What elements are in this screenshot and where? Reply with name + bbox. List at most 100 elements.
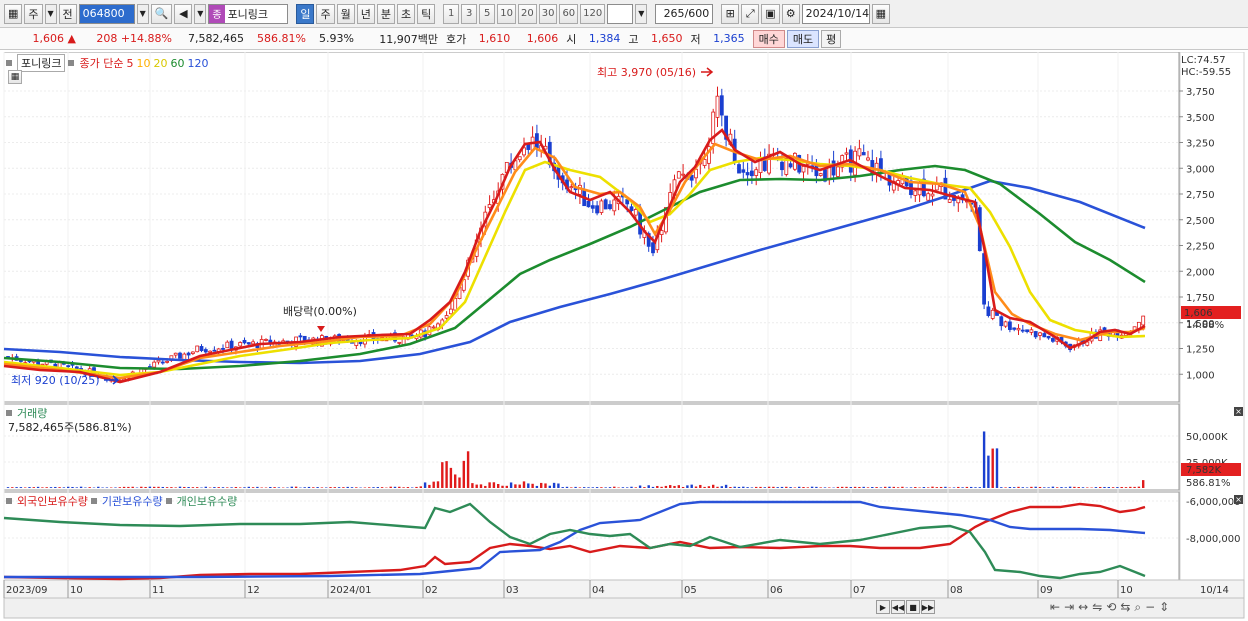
period-day-button[interactable]: 일	[296, 3, 315, 24]
close-icon[interactable]: ×	[1234, 495, 1243, 504]
volume-bar	[720, 486, 723, 488]
layout-icon[interactable]: ▦	[4, 3, 23, 24]
calendar-icon[interactable]: ▦	[871, 3, 891, 24]
date-input[interactable]: 2024/10/14	[801, 3, 870, 24]
candle-body	[66, 365, 71, 368]
legend-ma-20[interactable]: 20	[153, 57, 167, 70]
interval-60-button[interactable]: 60	[559, 3, 579, 24]
minus-icon[interactable]: −	[1145, 600, 1155, 615]
rewind-icon[interactable]: ◀◀	[891, 600, 905, 614]
legend-individual[interactable]: 개인보유수량	[177, 493, 238, 509]
x-tick-label: 10	[1120, 585, 1133, 596]
search-icon[interactable]: 🔍	[150, 3, 173, 24]
period-minute-button[interactable]: 분	[376, 3, 395, 24]
chart-canvas[interactable]: 3,750 3,500 3,250 3,000 2,750 2,500 2,250 2,000…	[0, 52, 1248, 621]
candle-body	[801, 166, 806, 173]
legend-ma-5[interactable]: 5	[126, 57, 133, 70]
grid-icon[interactable]: ▦	[8, 70, 22, 84]
volume-bar	[161, 486, 164, 488]
view-count-input[interactable]: 265/600	[655, 3, 714, 24]
buy-button[interactable]: 매수	[752, 29, 785, 48]
volume-bar	[686, 485, 689, 488]
x-tick-label: 03	[506, 585, 519, 596]
volume-bar	[432, 481, 435, 488]
period-month-button[interactable]: 월	[336, 3, 355, 24]
reset-icon[interactable]: ⟲	[1106, 600, 1116, 615]
volume-bar	[256, 486, 259, 488]
period-year-button[interactable]: 년	[356, 3, 375, 24]
volume-bar	[114, 487, 117, 488]
interval-10-button[interactable]: 10	[497, 3, 516, 24]
volume-bar	[1030, 486, 1033, 488]
volume-bar	[1129, 486, 1132, 488]
price-tick-label: 1,250	[1186, 345, 1215, 356]
holdings-legend: 외국인보유수량 기관보유수량 개인보유수량	[6, 493, 237, 509]
zoom-in-icon[interactable]: ⇥	[1064, 600, 1074, 615]
legend-institution[interactable]: 기관보유수량	[102, 493, 163, 509]
x-tick-label: 09	[1040, 585, 1053, 596]
stock-name-box[interactable]: 종 포니링크	[208, 3, 289, 24]
magnify-icon[interactable]: ⌕	[1134, 600, 1141, 615]
volume-bar	[1099, 486, 1102, 488]
volume-bar	[531, 483, 534, 488]
candle-body	[741, 169, 746, 173]
volume-bar	[1013, 487, 1016, 488]
zoom-out-icon[interactable]: ⇤	[1050, 600, 1060, 615]
fit-icon[interactable]: ⇆	[1120, 600, 1130, 615]
legend-ma-title[interactable]: 종가 단순	[79, 55, 123, 71]
close-icon[interactable]: ×	[1234, 407, 1243, 416]
market-select[interactable]: 주	[24, 3, 43, 24]
legend-ma-120[interactable]: 120	[187, 57, 208, 70]
price-tick-label: 3,000	[1186, 164, 1215, 175]
period-tick-button[interactable]: 틱	[417, 3, 436, 24]
crosshair-icon[interactable]: ⊞	[721, 3, 740, 24]
interval-3-button[interactable]: 3	[461, 3, 478, 24]
volume-bar	[574, 486, 577, 488]
legend-ma-10[interactable]: 10	[136, 57, 150, 70]
volume-bar	[1004, 487, 1007, 488]
stop-icon[interactable]: ■	[906, 600, 920, 614]
volume-bar	[1025, 487, 1029, 488]
interval-5-button[interactable]: 5	[479, 3, 496, 24]
interval-20-button[interactable]: 20	[517, 3, 537, 24]
legend-stock-name[interactable]: 포니링크	[17, 54, 66, 72]
volume-bar	[1008, 487, 1012, 488]
holdings-tick-label: -8,000,000	[1186, 534, 1241, 545]
volume-bar	[127, 486, 130, 488]
interval-1-button[interactable]: 1	[443, 3, 460, 24]
volume-bar	[488, 482, 491, 488]
vertical-icon[interactable]: ⇕	[1159, 600, 1169, 615]
chevron-down-icon[interactable]: ▼	[44, 3, 57, 24]
candle-body	[986, 306, 991, 316]
stock-code-input[interactable]: 064800	[78, 3, 135, 24]
draw-tool-icon[interactable]: ⤢	[741, 3, 760, 24]
chevron-down-icon[interactable]: ▼	[194, 3, 207, 24]
volume-bar	[393, 486, 397, 488]
chevron-down-icon[interactable]: ▼	[635, 3, 648, 24]
speaker-icon[interactable]: ◀︎	[174, 3, 193, 24]
compress-icon[interactable]: ⇋	[1092, 600, 1102, 615]
expand-icon[interactable]: ↔	[1078, 600, 1088, 615]
gear-icon[interactable]: ⚙	[781, 3, 800, 24]
period-week-button[interactable]: 주	[316, 3, 335, 24]
volume-bar	[750, 487, 754, 488]
candle-body	[651, 242, 655, 254]
candle-body	[780, 161, 784, 171]
eval-button[interactable]: 평	[821, 29, 842, 48]
sell-button[interactable]: 매도	[786, 29, 820, 48]
volume-bar	[810, 486, 814, 488]
period-second-button[interactable]: 초	[396, 3, 416, 24]
legend-ma-60[interactable]: 60	[170, 57, 184, 70]
candle-body	[861, 152, 866, 156]
save-icon[interactable]: ▣	[761, 3, 780, 24]
volume-bar	[234, 487, 238, 488]
interval-30-button[interactable]: 30	[538, 3, 558, 24]
prev-button[interactable]: 전	[58, 3, 77, 24]
legend-foreign[interactable]: 외국인보유수량	[17, 493, 88, 509]
interval-120-button[interactable]: 120	[580, 3, 606, 24]
chevron-down-icon[interactable]: ▼	[136, 3, 149, 24]
interval-custom-input[interactable]	[607, 3, 634, 24]
volume-bar	[656, 485, 659, 488]
scroll-right-icon[interactable]: ▶	[876, 600, 890, 614]
fast-forward-icon[interactable]: ▶▶	[921, 600, 935, 614]
